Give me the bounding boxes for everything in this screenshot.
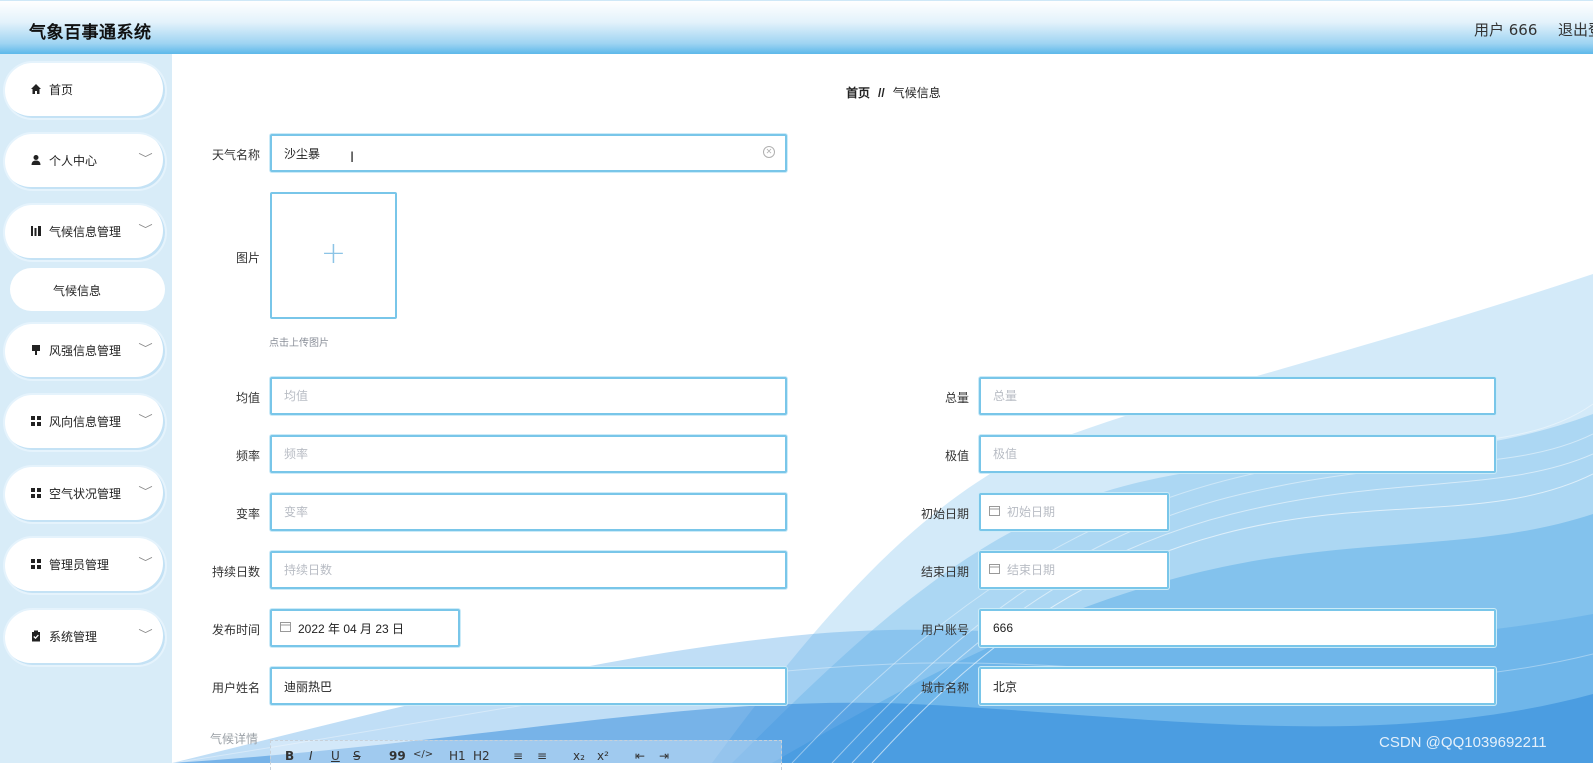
text-cursor-icon: I [350, 150, 355, 166]
outdent-button[interactable]: ⇤ [635, 749, 645, 763]
clear-icon[interactable]: ✕ [763, 146, 775, 158]
chevron-down-icon: ﹀ [138, 485, 153, 498]
clipboard-icon [29, 630, 43, 644]
duration-days-label: 持续日数 [211, 565, 260, 579]
duration-days-input[interactable] [270, 551, 787, 589]
climate-details-label: 气候详情 [210, 732, 259, 746]
rich-text-toolbar: B I U S 99 </> H1 H2 ≡ ≡ x₂ x² ⇤ ⇥ [270, 740, 782, 770]
ordered-list-button[interactable]: ≡ [513, 749, 523, 763]
home-icon [29, 83, 43, 97]
start-date-label: 初始日期 [920, 507, 969, 521]
current-user-label: 用户 666 [1474, 21, 1538, 39]
calendar-icon [989, 505, 1001, 517]
logout-link[interactable]: 退出登录 [1558, 19, 1593, 40]
bold-button[interactable]: B [285, 749, 294, 763]
frequency-input[interactable] [270, 435, 787, 473]
grid-icon [29, 558, 43, 572]
calendar-icon [989, 563, 1001, 575]
mean-label: 均值 [235, 391, 260, 405]
end-date-label: 结束日期 [920, 565, 969, 579]
chevron-down-icon: ﹀ [138, 628, 153, 641]
mean-input[interactable] [270, 377, 787, 415]
user-name-label: 用户姓名 [211, 681, 260, 695]
sidebar-item-label: 个人中心 [49, 154, 98, 168]
top-header: 气象百事通系统 用户 666 退出登录 [0, 0, 1593, 54]
chevron-down-icon: ﹀ [138, 223, 153, 236]
sidebar-item-label: 系统管理 [49, 630, 98, 644]
sidebar-item-label: 空气状况管理 [49, 487, 122, 501]
total-input[interactable] [979, 377, 1496, 415]
rate-input[interactable] [270, 493, 787, 531]
heading1-button[interactable]: H1 [449, 749, 466, 763]
sidebar-item-label: 气候信息管理 [49, 225, 122, 239]
rate-label: 变率 [235, 507, 260, 521]
total-label: 总量 [944, 391, 969, 405]
bullet-list-button[interactable]: ≡ [537, 749, 547, 763]
chevron-down-icon: ﹀ [138, 556, 153, 569]
blockquote-button[interactable]: 99 [389, 749, 406, 763]
sidebar-item-label: 首页 [49, 83, 74, 97]
chevron-down-icon: ﹀ [138, 342, 153, 355]
underline-button[interactable]: U [331, 749, 340, 763]
sidebar-item-label: 风强信息管理 [49, 344, 122, 358]
sidebar-item-climate-management[interactable]: 气候信息管理 ﹀ [5, 205, 165, 260]
sidebar-subitem-climate-info[interactable]: 气候信息 [10, 268, 165, 311]
sidebar-item-admin-management[interactable]: 管理员管理 ﹀ [5, 538, 165, 593]
breadcrumb-home[interactable]: 首页 [846, 86, 870, 100]
sidebar-item-wind-direction-management[interactable]: 风向信息管理 ﹀ [5, 395, 165, 450]
sidebar-item-label: 风向信息管理 [49, 415, 122, 429]
end-date-input[interactable] [979, 551, 1169, 589]
sidebar-item-home[interactable]: 首页 [5, 63, 165, 118]
chevron-down-icon: ﹀ [138, 413, 153, 426]
user-account-label: 用户账号 [920, 623, 969, 637]
sidebar-item-personal-center[interactable]: 个人中心 ﹀ [5, 134, 165, 189]
upload-hint: 点击上传图片 [269, 338, 329, 349]
image-label: 图片 [235, 251, 260, 265]
sidebar-item-air-quality-management[interactable]: 空气状况管理 ﹀ [5, 467, 165, 522]
sidebar-item-label: 管理员管理 [49, 558, 110, 572]
extreme-input[interactable] [979, 435, 1496, 473]
sidebar-subitem-label: 气候信息 [53, 284, 102, 298]
chevron-down-icon: ﹀ [138, 152, 153, 165]
city-name-label: 城市名称 [920, 681, 969, 695]
weather-name-input[interactable] [270, 134, 787, 172]
frequency-label: 频率 [235, 449, 260, 463]
plus-icon: + [320, 236, 347, 271]
strike-button[interactable]: S [353, 749, 361, 763]
extreme-label: 极值 [944, 449, 969, 463]
grid-icon [29, 415, 43, 429]
breadcrumb-separator: // [878, 86, 885, 100]
publish-time-label: 发布时间 [211, 623, 260, 637]
start-date-input[interactable] [979, 493, 1169, 531]
weather-name-label: 天气名称 [211, 148, 260, 162]
sidebar-item-wind-strength-management[interactable]: 风强信息管理 ﹀ [5, 324, 165, 379]
image-upload-button[interactable]: + [270, 192, 397, 319]
superscript-button[interactable]: x² [597, 749, 609, 763]
subscript-button[interactable]: x₂ [573, 749, 585, 763]
indent-button[interactable]: ⇥ [659, 749, 669, 763]
city-name-input[interactable] [979, 667, 1496, 705]
user-icon [29, 154, 43, 168]
italic-button[interactable]: I [309, 749, 313, 763]
sidebar-item-system-management[interactable]: 系统管理 ﹀ [5, 610, 165, 665]
breadcrumb: 首页 // 气候信息 [846, 84, 941, 101]
publish-time-input[interactable] [270, 609, 460, 647]
flag-icon [29, 344, 43, 358]
watermark: CSDN @QQ1039692211 [1379, 734, 1547, 751]
code-button[interactable]: </> [413, 749, 433, 760]
user-account-input[interactable] [979, 609, 1496, 647]
user-name-input[interactable] [270, 667, 787, 705]
sidebar: 首页 个人中心 ﹀ 气候信息管理 ﹀ 气候信息 风强信息管理 ﹀ 风向信息管理 … [0, 54, 172, 763]
chart-icon [29, 225, 43, 239]
calendar-icon [280, 621, 292, 633]
breadcrumb-current: 气候信息 [892, 86, 941, 100]
heading2-button[interactable]: H2 [473, 749, 490, 763]
grid-icon [29, 487, 43, 501]
app-title: 气象百事通系统 [29, 23, 152, 43]
